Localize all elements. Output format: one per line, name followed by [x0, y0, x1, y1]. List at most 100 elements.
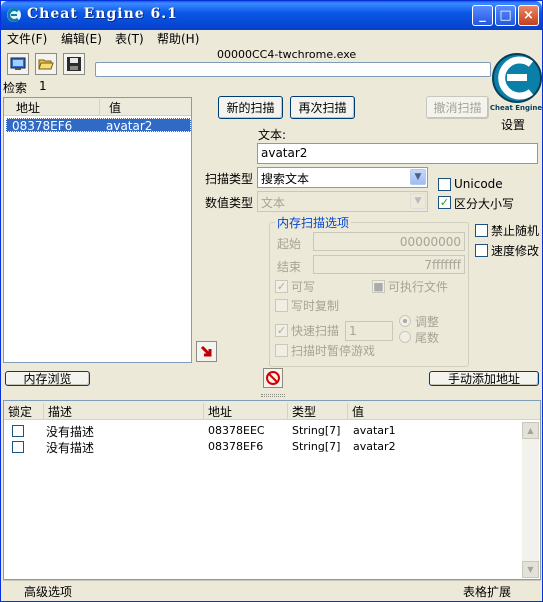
scroll-up-icon[interactable]: ▲ [522, 422, 539, 439]
last-digits-radio[interactable] [399, 331, 411, 343]
value-type-value: 文本 [261, 196, 286, 210]
found-count: 1 [39, 79, 47, 93]
start-address-input[interactable]: 00000000 [313, 232, 465, 251]
executable-label: 可执行文件 [388, 280, 449, 294]
result-value: avatar2 [106, 119, 153, 133]
new-scan-button[interactable]: 新的扫描 [218, 96, 283, 119]
close-button[interactable]: × [518, 5, 539, 26]
open-icon [38, 59, 54, 70]
col-address[interactable]: 地址 [204, 403, 288, 420]
speedhack-checkbox[interactable] [475, 244, 488, 257]
value-type-label: 数值类型 [205, 196, 254, 210]
process-select-icon [10, 57, 26, 70]
open-button[interactable] [35, 53, 57, 75]
row-address: 08378EEC [208, 424, 265, 437]
unicode-checkbox[interactable] [438, 178, 451, 191]
fast-scan-label: 快速扫描 [291, 324, 340, 338]
memory-options-title: 内存扫描选项 [275, 214, 352, 231]
maximize-button[interactable]: □ [495, 5, 516, 26]
cheat-engine-window: Cheat Engine 6.1 _ □ × 文件(F) 编辑(E) 表(T) … [0, 0, 543, 602]
align-radio[interactable] [399, 315, 411, 327]
chevron-down-icon[interactable]: ▼ [410, 169, 426, 185]
cheat-table-header: 锁定 描述 地址 类型 值 [4, 401, 540, 420]
next-scan-button[interactable]: 再次扫描 [290, 96, 355, 119]
table-extras-label[interactable]: 表格扩展 [463, 583, 511, 600]
process-select-button[interactable] [7, 53, 29, 75]
svg-text:Cheat Engine: Cheat Engine [490, 104, 542, 112]
stop-button[interactable] [263, 368, 283, 388]
chevron-down-icon[interactable]: ▼ [410, 193, 426, 209]
advanced-options-label[interactable]: 高级选项 [24, 583, 72, 600]
col-value[interactable]: 值 [105, 99, 191, 116]
cheat-engine-logo[interactable]: Cheat Engine [490, 49, 542, 117]
cheat-table[interactable]: 锁定 描述 地址 类型 值 没有描述 08378EEC String[7] av… [3, 400, 541, 580]
case-sensitive-checkbox[interactable]: ✓ [438, 196, 451, 209]
scroll-down-icon[interactable]: ▼ [522, 561, 539, 578]
row-description: 没有描述 [46, 441, 95, 455]
arrow-down-icon [200, 345, 211, 356]
results-header: 地址 值 [4, 98, 191, 116]
vertical-scrollbar[interactable]: ▲ ▼ [522, 422, 539, 578]
window-title: Cheat Engine 6.1 [27, 6, 178, 22]
splitter-handle[interactable] [261, 394, 285, 397]
add-address-manually-button[interactable]: 手动添加地址 [429, 371, 539, 386]
settings-label[interactable]: 设置 [501, 116, 525, 133]
pause-scan-label: 扫描时暂停游戏 [291, 344, 376, 358]
col-description[interactable]: 描述 [44, 403, 204, 420]
scan-type-select[interactable]: 搜索文本 ▼ [257, 167, 428, 188]
lock-checkbox[interactable] [12, 441, 24, 453]
table-row[interactable]: 没有描述 08378EF6 String[7] avatar2 [4, 439, 522, 455]
col-lock[interactable]: 锁定 [4, 403, 44, 420]
row-value: avatar2 [353, 440, 396, 453]
case-sensitive-label: 区分大小写 [454, 197, 515, 211]
row-type: String[7] [292, 424, 341, 437]
save-icon [67, 57, 81, 71]
status-bar: 高级选项 表格扩展 [3, 580, 541, 600]
copy-on-write-label: 写时复制 [291, 299, 340, 313]
row-address: 08378EF6 [208, 440, 264, 453]
menu-table[interactable]: 表(T) [115, 30, 144, 47]
pause-scan-checkbox[interactable] [275, 344, 288, 357]
last-digits-label: 尾数 [415, 331, 440, 345]
disable-random-label: 禁止随机 [491, 224, 540, 238]
menu-edit[interactable]: 编辑(E) [61, 30, 102, 47]
disable-random-checkbox[interactable] [475, 224, 488, 237]
fast-scan-input[interactable]: 1 [345, 321, 393, 341]
col-address[interactable]: 地址 [12, 99, 100, 116]
col-value[interactable]: 值 [348, 403, 540, 420]
copy-on-write-checkbox[interactable] [275, 299, 288, 312]
found-label: 检索 [3, 81, 28, 95]
writable-label: 可写 [291, 280, 316, 294]
results-list[interactable]: 地址 值 08378EF6 avatar2 [3, 97, 192, 363]
align-label: 调整 [415, 315, 440, 329]
cheat-engine-icon [7, 8, 21, 22]
save-button[interactable] [63, 53, 85, 75]
writable-checkbox[interactable]: ✓ [275, 280, 288, 293]
stop-icon [266, 371, 280, 385]
undo-scan-button[interactable]: 撤消扫描 [426, 96, 489, 119]
memory-view-button[interactable]: 内存浏览 [5, 371, 90, 386]
speedhack-label: 速度修改 [491, 244, 540, 258]
row-type: String[7] [292, 440, 341, 453]
value-input[interactable]: avatar2 [257, 143, 538, 164]
value-type-select[interactable]: 文本 ▼ [257, 191, 428, 212]
fast-scan-checkbox[interactable]: ✓ [275, 324, 288, 337]
row-description: 没有描述 [46, 425, 95, 439]
col-type[interactable]: 类型 [288, 403, 348, 420]
text-label: 文本: [258, 128, 287, 142]
menu-help[interactable]: 帮助(H) [157, 30, 199, 47]
result-address: 08378EF6 [12, 119, 73, 133]
stop-address-input[interactable]: 7fffffff [313, 255, 465, 274]
lock-checkbox[interactable] [12, 425, 24, 437]
table-row[interactable]: 没有描述 08378EEC String[7] avatar1 [4, 423, 522, 439]
menu-file[interactable]: 文件(F) [7, 30, 47, 47]
result-row[interactable]: 08378EF6 avatar2 [6, 118, 191, 133]
add-to-list-button[interactable] [196, 341, 217, 362]
start-label: 起始 [277, 237, 302, 251]
minimize-button[interactable]: _ [472, 5, 493, 26]
stop-label: 结束 [277, 260, 302, 274]
scan-type-value: 搜索文本 [261, 172, 310, 186]
title-bar[interactable]: Cheat Engine 6.1 _ □ × [1, 1, 542, 30]
executable-checkbox[interactable]: ■ [372, 280, 385, 293]
menu-bar: 文件(F) 编辑(E) 表(T) 帮助(H) [1, 29, 542, 47]
